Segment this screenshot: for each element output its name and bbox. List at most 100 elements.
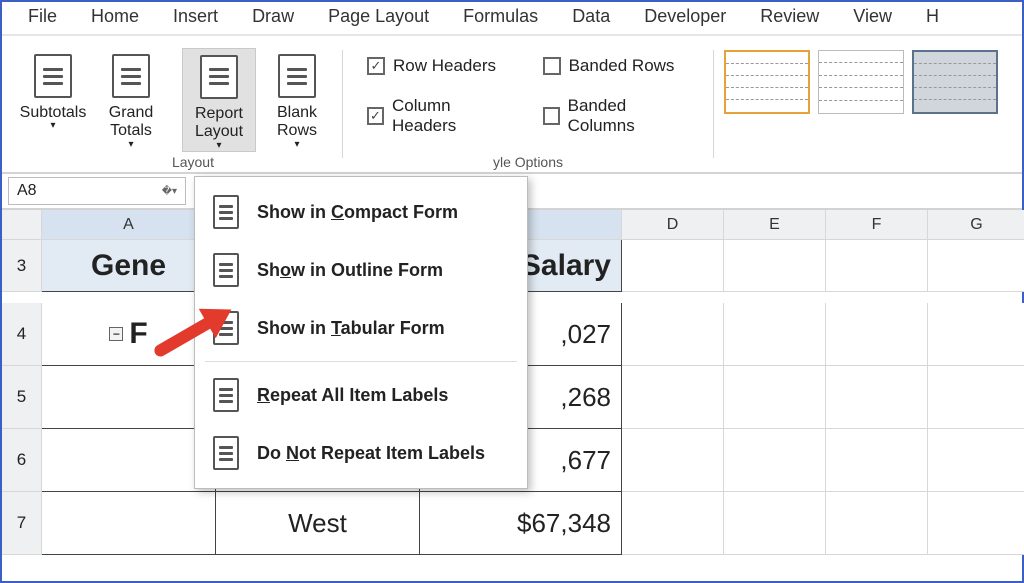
blank-rows-button[interactable]: Blank Rows ▾ (260, 48, 334, 152)
report-layout-menu: Show in Compact Form Show in Outline For… (194, 176, 528, 489)
row-headers-checkbox[interactable]: ✓ Row Headers (367, 56, 511, 76)
row-6[interactable]: 6 (2, 429, 42, 492)
layout-icon (213, 378, 239, 412)
cell-D4[interactable] (622, 303, 724, 366)
chevron-down-icon: ▾ (128, 139, 133, 151)
column-headers-checkbox[interactable]: ✓ Column Headers (367, 96, 511, 136)
cell-A7[interactable] (42, 492, 216, 555)
report-layout-icon (200, 55, 238, 99)
banded-rows-checkbox[interactable]: Banded Rows (543, 56, 689, 76)
layout-icon (213, 253, 239, 287)
name-box-value: A8 (17, 182, 37, 200)
cell-E7[interactable] (724, 492, 826, 555)
blank-rows-label: Blank Rows (277, 104, 317, 141)
cell-F7[interactable] (826, 492, 928, 555)
menu-label: Show in Tabular Form (257, 318, 445, 339)
grand-totals-button[interactable]: Grand Totals ▾ (94, 48, 168, 152)
subtotals-button[interactable]: Subtotals ▾ (16, 48, 90, 152)
cell-F6[interactable] (826, 429, 928, 492)
name-box[interactable]: A8 �▾ (8, 177, 186, 205)
cell-E5[interactable] (724, 366, 826, 429)
group-style-options-label: yle Options (493, 154, 563, 170)
select-all-corner[interactable] (2, 210, 42, 240)
col-F[interactable]: F (826, 210, 928, 240)
ribbon: Subtotals ▾ Grand Totals ▾ Layout Report… (2, 36, 1022, 174)
cell-G3[interactable] (928, 240, 1024, 292)
menu-repeat-labels[interactable]: Repeat All Item Labels (195, 366, 527, 424)
chevron-down-icon: �▾ (162, 186, 177, 197)
report-layout-button[interactable]: Report Layout ▾ (182, 48, 256, 152)
collapse-icon[interactable]: − (109, 327, 123, 341)
cell-G6[interactable] (928, 429, 1024, 492)
cell-G5[interactable] (928, 366, 1024, 429)
chevron-down-icon: ▾ (50, 120, 55, 132)
checkbox-empty-icon (543, 57, 561, 75)
banded-rows-label: Banded Rows (569, 56, 675, 76)
row-7[interactable]: 7 (2, 492, 42, 555)
row-4[interactable]: 4 (2, 303, 42, 366)
layout-icon (213, 195, 239, 229)
report-layout-label: Report Layout (195, 105, 243, 142)
menu-tabular-form[interactable]: Show in Tabular Form (195, 299, 527, 357)
row-headers-label: Row Headers (393, 56, 496, 76)
blank-rows-icon (278, 54, 316, 98)
cell-E4[interactable] (724, 303, 826, 366)
cell-F4[interactable] (826, 303, 928, 366)
tab-data[interactable]: Data (572, 6, 610, 32)
cell-A3[interactable]: Gene (42, 240, 216, 292)
cell-E3[interactable] (724, 240, 826, 292)
cell-D3[interactable] (622, 240, 724, 292)
tab-truncated[interactable]: H (926, 6, 939, 32)
menu-label: Show in Outline Form (257, 260, 443, 281)
tab-draw[interactable]: Draw (252, 6, 294, 32)
cell-A5[interactable] (42, 366, 216, 429)
tab-view[interactable]: View (853, 6, 892, 32)
col-A[interactable]: A (42, 210, 216, 240)
menu-compact-form[interactable]: Show in Compact Form (195, 183, 527, 241)
column-headers-label: Column Headers (392, 96, 511, 136)
cell-A6[interactable] (42, 429, 216, 492)
tab-formulas[interactable]: Formulas (463, 6, 538, 32)
style-thumb-3[interactable] (912, 50, 998, 114)
tab-developer[interactable]: Developer (644, 6, 726, 32)
row-5[interactable]: 5 (2, 366, 42, 429)
style-thumb-1[interactable] (724, 50, 810, 114)
tab-pagelayout[interactable]: Page Layout (328, 6, 429, 32)
menu-outline-form[interactable]: Show in Outline Form (195, 241, 527, 299)
tab-review[interactable]: Review (760, 6, 819, 32)
menu-label: Repeat All Item Labels (257, 385, 448, 406)
cell-D6[interactable] (622, 429, 724, 492)
cell-G4[interactable] (928, 303, 1024, 366)
cell-F3[interactable] (826, 240, 928, 292)
menu-label: Do Not Repeat Item Labels (257, 443, 485, 464)
cell-G7[interactable] (928, 492, 1024, 555)
cell-D7[interactable] (622, 492, 724, 555)
cell-B7[interactable]: West (216, 492, 420, 555)
checkbox-checked-icon: ✓ (367, 107, 384, 125)
subtotals-icon (34, 54, 72, 98)
tab-insert[interactable]: Insert (173, 6, 218, 32)
row-3[interactable]: 3 (2, 240, 42, 292)
cell-D5[interactable] (622, 366, 724, 429)
checkbox-empty-icon (543, 107, 560, 125)
chevron-down-icon: ▾ (216, 140, 221, 152)
cell-C7[interactable]: $67,348 (420, 492, 622, 555)
cell-E6[interactable] (724, 429, 826, 492)
layout-icon (213, 436, 239, 470)
banded-columns-checkbox[interactable]: Banded Columns (543, 96, 689, 136)
menu-do-not-repeat-labels[interactable]: Do Not Repeat Item Labels (195, 424, 527, 482)
menu-label: Show in Compact Form (257, 202, 458, 223)
ribbon-tabs: File Home Insert Draw Page Layout Formul… (2, 2, 1022, 36)
col-G[interactable]: G (928, 210, 1024, 240)
col-D[interactable]: D (622, 210, 724, 240)
pivottable-styles-gallery[interactable] (714, 36, 1002, 172)
tab-home[interactable]: Home (91, 6, 139, 32)
chevron-down-icon: ▾ (294, 139, 299, 151)
grand-totals-icon (112, 54, 150, 98)
cell-F5[interactable] (826, 366, 928, 429)
tab-file[interactable]: File (28, 6, 57, 32)
banded-columns-label: Banded Columns (568, 96, 689, 136)
grand-totals-label: Grand Totals (109, 104, 153, 141)
col-E[interactable]: E (724, 210, 826, 240)
style-thumb-2[interactable] (818, 50, 904, 114)
